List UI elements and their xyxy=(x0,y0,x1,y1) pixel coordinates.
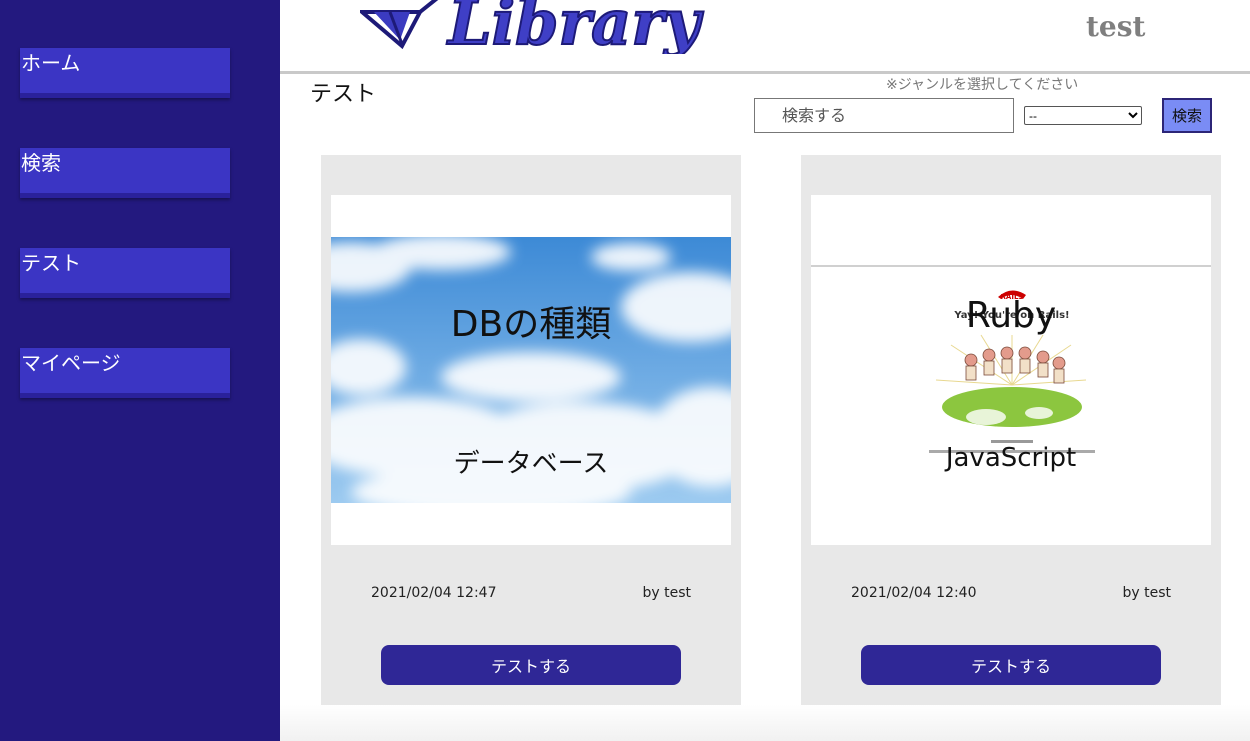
sidebar-item-mypage[interactable]: マイページ xyxy=(20,348,230,398)
post-subtitle: データベース xyxy=(453,449,609,479)
genre-note: ※ジャンルを選択してください xyxy=(886,77,1079,93)
post-date: 2021/02/04 12:47 xyxy=(371,585,497,601)
bottom-fade xyxy=(280,705,1250,741)
sidebar-item-label: テスト xyxy=(21,251,81,275)
sidebar-item-search[interactable]: 検索 xyxy=(20,148,230,198)
sidebar-item-label: 検索 xyxy=(21,151,61,175)
page-title: テスト xyxy=(310,82,377,107)
sidebar-item-label: ホーム xyxy=(21,51,81,75)
take-test-button[interactable]: テストする xyxy=(861,645,1161,685)
search-button[interactable]: 検索 xyxy=(1162,98,1212,133)
take-test-button[interactable]: テストする xyxy=(381,645,681,685)
library-logo[interactable]: Library xyxy=(360,0,710,54)
genre-select[interactable]: -- xyxy=(1024,106,1142,125)
search-input[interactable] xyxy=(754,98,1014,133)
post-author: by test xyxy=(642,585,691,601)
post-card: DBの種類 データベース 2021/02/04 12:47 by test テス… xyxy=(321,155,741,705)
post-title: Ruby xyxy=(965,295,1057,336)
username[interactable]: test xyxy=(1086,10,1145,43)
post-card: RAILS Yay! You're on Rails! Ruby JavaScr… xyxy=(801,155,1221,705)
post-thumbnail[interactable]: DBの種類 データベース xyxy=(331,195,731,545)
post-author: by test xyxy=(1122,585,1171,601)
rails-welcome-image: RAILS Yay! You're on Rails! xyxy=(811,265,1211,453)
sidebar-item-label: マイページ xyxy=(21,351,121,375)
header-divider xyxy=(280,71,1250,74)
post-subtitle: JavaScript xyxy=(945,443,1077,473)
post-thumbnail[interactable]: RAILS Yay! You're on Rails! Ruby JavaScr… xyxy=(811,195,1211,545)
sidebar-item-home[interactable]: ホーム xyxy=(20,48,230,98)
sidebar-item-test[interactable]: テスト xyxy=(20,248,230,298)
post-title: DBの種類 xyxy=(450,304,612,345)
sidebar: ホーム 検索 テスト マイページ xyxy=(0,0,280,741)
pen-nib-icon: Library xyxy=(360,0,705,54)
post-date: 2021/02/04 12:40 xyxy=(851,585,977,601)
logo-text: Library xyxy=(446,0,704,54)
